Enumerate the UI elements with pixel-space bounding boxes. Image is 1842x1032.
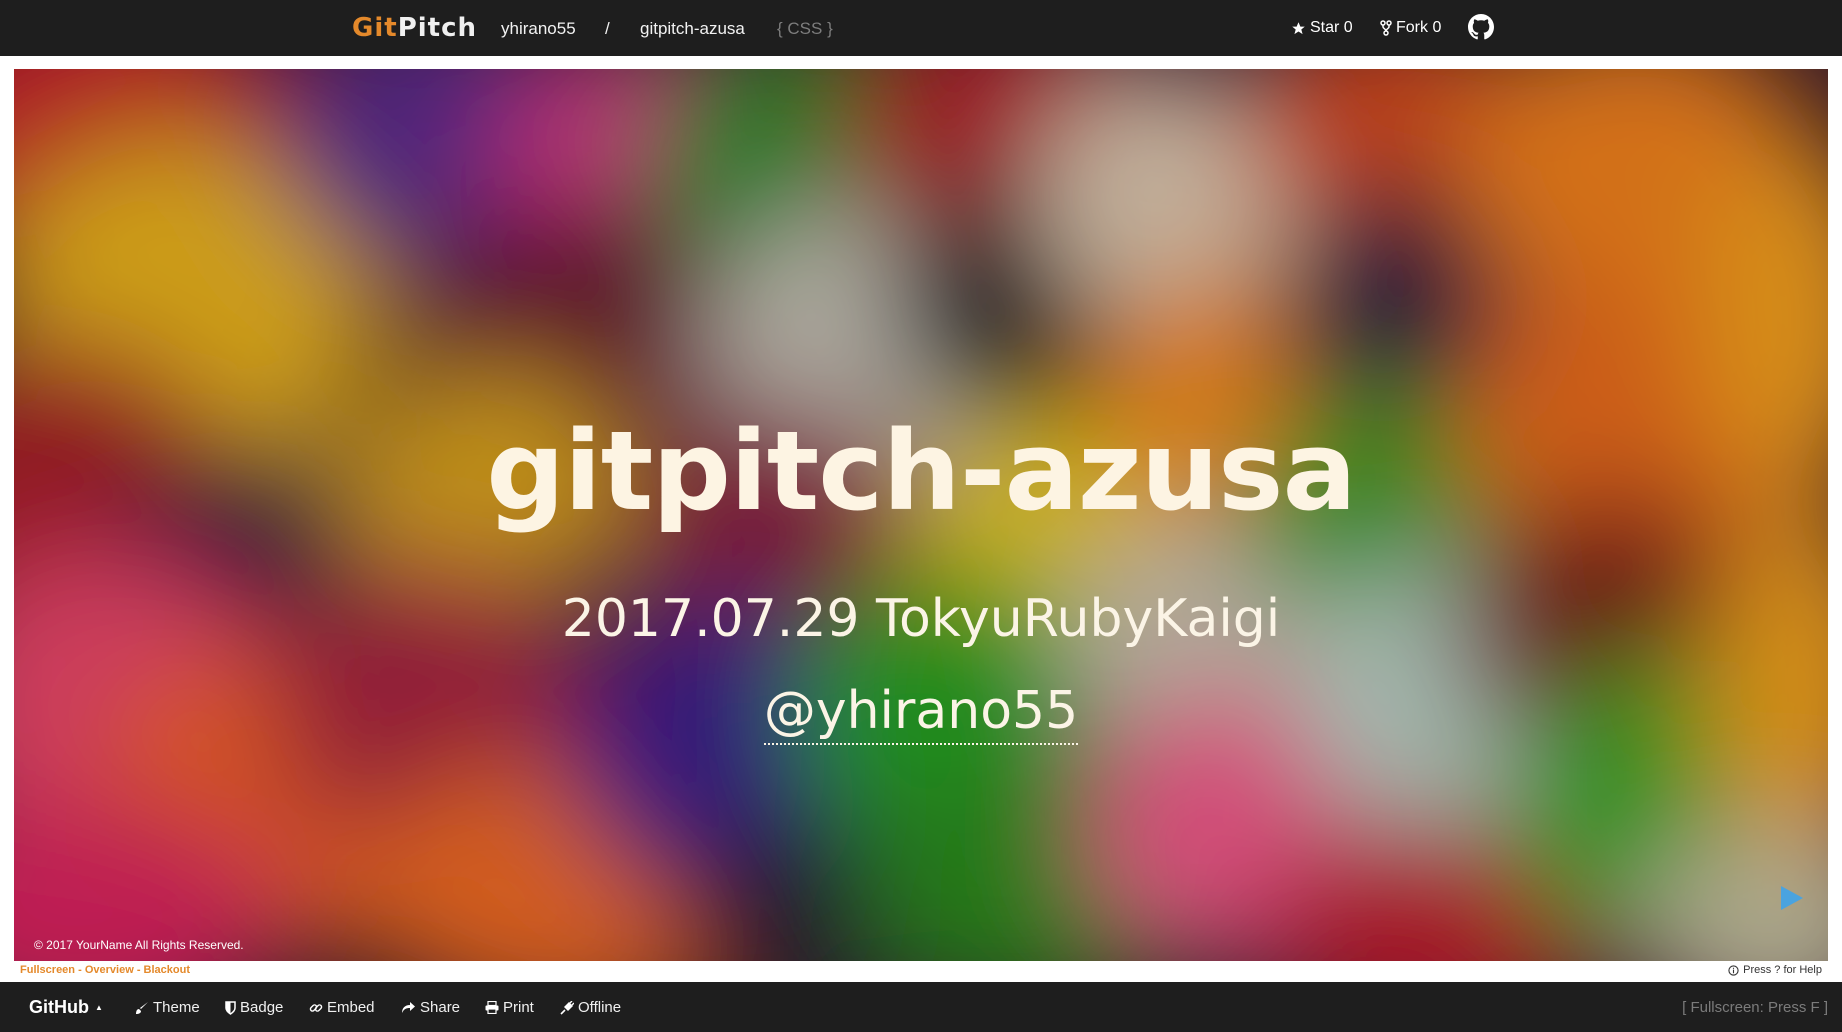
share-label: Share (420, 999, 461, 1016)
fullscreen-hint: [ Fullscreen: Press F ] (1682, 999, 1828, 1016)
badge-label: Badge (240, 999, 284, 1016)
embed-label: Embed (327, 999, 375, 1016)
offline-label: Offline (578, 999, 622, 1016)
printer-icon (485, 1001, 499, 1014)
embed-button[interactable]: Embed (309, 999, 375, 1016)
slide-subtitle: 2017.07.29 TokyuRubyKaigi (561, 589, 1281, 649)
logo-pitch: Pitch (397, 13, 478, 43)
author-handle-wrapper: @yhirano55 (14, 681, 1828, 745)
star-button[interactable]: Star 0 (1291, 19, 1353, 37)
info-icon (1728, 964, 1739, 976)
star-label: Star 0 (1310, 19, 1353, 36)
theme-label: Theme (153, 999, 200, 1016)
slide-title: gitpitch-azusa (486, 407, 1357, 535)
github-link[interactable] (1468, 14, 1494, 40)
plug-icon (560, 1000, 574, 1015)
shield-icon (225, 1000, 236, 1015)
overview-link[interactable]: Overview (85, 964, 134, 976)
share-arrow-icon (401, 1001, 416, 1014)
help-hint: Press ? for Help (1728, 964, 1822, 976)
theme-button[interactable]: Theme (135, 999, 200, 1016)
repo-owner-link[interactable]: yhirano55 (501, 19, 576, 39)
paintbrush-icon (135, 1001, 149, 1015)
print-button[interactable]: Print (485, 999, 534, 1016)
fullscreen-link[interactable]: Fullscreen (20, 964, 75, 976)
link-icon (309, 1001, 323, 1015)
slide-copyright-footer: © 2017 YourName All Rights Reserved. (34, 938, 244, 952)
github-menu-button[interactable]: GitHub ▲ (29, 997, 103, 1018)
breadcrumb-separator: / (605, 19, 610, 38)
logo-git: Git (352, 13, 398, 43)
share-button[interactable]: Share (401, 999, 460, 1016)
play-arrow-icon[interactable] (1779, 884, 1805, 912)
slide-mode-links: Fullscreen - Overview - Blackout (20, 964, 190, 976)
print-label: Print (503, 999, 534, 1016)
gitpitch-logo[interactable]: GitPitch (352, 13, 477, 43)
blackout-link[interactable]: Blackout (144, 964, 190, 976)
badge-button[interactable]: Badge (225, 999, 283, 1016)
top-navbar: GitPitch yhirano55 / gitpitch-azusa { CS… (0, 0, 1842, 56)
slide-content: gitpitch-azusa 2017.07.29 TokyuRubyKaigi… (14, 69, 1828, 961)
bottom-toolbar: GitHub ▲ Theme Badge Embed Share Print O… (0, 982, 1842, 1032)
fork-label: Fork 0 (1396, 19, 1442, 36)
theme-tag: { CSS } (777, 19, 833, 38)
caret-up-icon: ▲ (95, 1003, 103, 1012)
author-handle-link[interactable]: @yhirano55 (763, 681, 1079, 745)
mode-separator: - (136, 964, 141, 976)
repo-name-link[interactable]: gitpitch-azusa (640, 19, 745, 39)
github-menu-label: GitHub (29, 997, 89, 1017)
offline-button[interactable]: Offline (560, 999, 621, 1016)
star-icon (1291, 21, 1306, 36)
mode-separator: - (78, 964, 82, 976)
fork-icon (1380, 20, 1392, 36)
fork-button[interactable]: Fork 0 (1380, 19, 1441, 37)
help-hint-label: Press ? for Help (1743, 964, 1822, 976)
presentation-slide[interactable]: gitpitch-azusa 2017.07.29 TokyuRubyKaigi… (14, 69, 1828, 961)
github-icon (1468, 14, 1494, 40)
